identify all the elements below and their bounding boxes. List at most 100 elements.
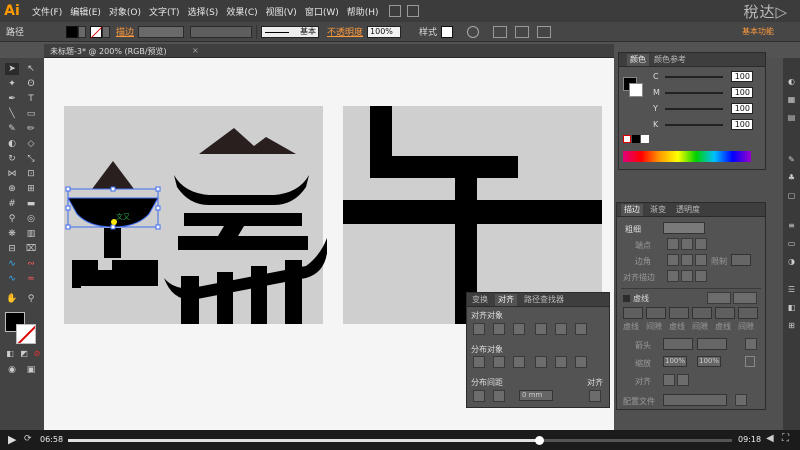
mesh-tool-icon[interactable]: # <box>5 198 19 210</box>
stroke-label[interactable]: 描边 <box>116 25 134 38</box>
channel-c-slider[interactable] <box>665 76 723 78</box>
direct-selection-tool-icon[interactable]: ↖ <box>24 63 38 75</box>
selection-handle[interactable] <box>110 224 116 230</box>
selection-handle[interactable] <box>155 205 161 211</box>
end-scale-field[interactable]: 100% <box>697 356 721 367</box>
none-color-icon[interactable]: ⊘ <box>30 348 44 360</box>
dash-field[interactable] <box>623 307 643 319</box>
selection-handle[interactable] <box>65 186 71 192</box>
distribute-left-button[interactable] <box>535 356 547 368</box>
opacity-field[interactable]: 100% <box>367 25 402 38</box>
distribute-vcenter-button[interactable] <box>493 356 505 368</box>
distribute-bottom-button[interactable] <box>513 356 525 368</box>
stroke-dropdown[interactable] <box>102 25 110 38</box>
paintbrush-tool-icon[interactable]: ✎ <box>5 123 19 135</box>
align-inside-button[interactable] <box>681 270 693 282</box>
round-join-button[interactable] <box>681 254 693 266</box>
anchor-tool-icon[interactable]: ∾ <box>24 258 38 270</box>
color-mode-icon[interactable]: ◩ <box>17 348 31 360</box>
menu-view[interactable]: 视图(V) <box>266 5 297 18</box>
brushes-icon[interactable]: ✎ <box>786 154 797 165</box>
align-outside-button[interactable] <box>695 270 707 282</box>
layers-panel-icon[interactable]: ◧ <box>786 302 797 313</box>
perspective-grid-tool-icon[interactable]: ⊞ <box>24 183 38 195</box>
workspace-switcher[interactable]: 基本功能 <box>742 26 774 37</box>
rectangle-tool-icon[interactable]: ▭ <box>24 108 38 120</box>
symbols-icon[interactable]: ♣ <box>786 172 797 183</box>
stroke-swatch[interactable] <box>90 25 103 38</box>
dash-field[interactable] <box>669 307 689 319</box>
isolate-icon[interactable] <box>537 25 552 38</box>
dash-field[interactable] <box>715 307 735 319</box>
symbol-sprayer-tool-icon[interactable]: ❋ <box>5 228 19 240</box>
gap-field[interactable] <box>646 307 666 319</box>
channel-y-slider[interactable] <box>665 108 723 110</box>
arrow-place-button[interactable] <box>677 374 689 386</box>
arrow-extend-button[interactable] <box>663 374 675 386</box>
transparency-panel-icon[interactable]: ◑ <box>786 256 797 267</box>
color-guide-icon[interactable]: ▦ <box>786 94 797 105</box>
tab-stroke[interactable]: 描边 <box>621 204 643 216</box>
spacing-field[interactable]: 0 mm <box>519 390 553 401</box>
tab-pathfinder[interactable]: 路径查找器 <box>521 294 567 306</box>
tab-transform[interactable]: 变换 <box>469 294 491 306</box>
align-top-button[interactable] <box>535 323 547 335</box>
shape-builder-tool-icon[interactable]: ⊕ <box>5 183 19 195</box>
selection-handle[interactable] <box>65 205 71 211</box>
selection-handle[interactable] <box>65 224 71 230</box>
eyedropper-tool-icon[interactable]: ⚲ <box>5 213 19 225</box>
skip-icon[interactable]: ⟳ <box>24 434 32 444</box>
projecting-cap-button[interactable] <box>695 238 707 250</box>
screen-mode-icon[interactable]: ▣ <box>24 364 38 376</box>
graphic-styles-icon[interactable]: ▢ <box>786 190 797 201</box>
channel-k-slider[interactable] <box>665 124 723 126</box>
magic-wand-tool-icon[interactable]: ✦ <box>5 78 19 90</box>
style-swatch[interactable] <box>441 25 454 38</box>
gap-field[interactable] <box>692 307 712 319</box>
arrange-icon[interactable] <box>406 5 419 17</box>
curvature-tool-icon[interactable]: ∿ <box>5 258 19 270</box>
line-tool-icon[interactable]: ╲ <box>5 108 19 120</box>
vertical-spacing-button[interactable] <box>473 390 485 402</box>
selection-tool-icon[interactable]: ➤ <box>5 63 19 75</box>
tab-color[interactable]: 颜色 <box>627 54 649 66</box>
tab-align[interactable]: 对齐 <box>495 294 517 306</box>
menu-file[interactable]: 文件(F) <box>32 5 62 18</box>
align-left-button[interactable] <box>473 323 485 335</box>
play-icon[interactable]: ▶ <box>8 433 16 446</box>
stroke-panel-icon[interactable]: ≡ <box>786 220 797 231</box>
selection-handle[interactable] <box>155 224 161 230</box>
limit-field[interactable] <box>731 254 751 266</box>
start-arrow-dropdown[interactable] <box>663 338 693 350</box>
butt-cap-button[interactable] <box>667 238 679 250</box>
rotate-tool-icon[interactable]: ↻ <box>5 153 19 165</box>
channel-y-value[interactable]: 100 <box>731 103 753 114</box>
dash-preserve-button[interactable] <box>707 292 731 304</box>
free-transform-tool-icon[interactable]: ⊡ <box>24 168 38 180</box>
pencil-tool-icon[interactable]: ✏ <box>24 123 38 135</box>
zoom-tool-icon[interactable]: ⚲ <box>24 293 38 305</box>
tab-transparency[interactable]: 透明度 <box>673 204 703 216</box>
menu-help[interactable]: 帮助(H) <box>347 5 379 18</box>
volume-icon[interactable]: ◀ <box>766 433 774 444</box>
align-vcenter-button[interactable] <box>555 323 567 335</box>
channel-k-value[interactable]: 100 <box>731 119 753 130</box>
align-hcenter-button[interactable] <box>493 323 505 335</box>
align-icon[interactable] <box>493 25 508 38</box>
stroke-indicator[interactable] <box>629 83 643 97</box>
width-tool-icon[interactable]: ⋈ <box>5 168 19 180</box>
document-tab-title[interactable]: 未标题-3* @ 200% (RGB/预览) <box>50 46 167 57</box>
distribute-hcenter-button[interactable] <box>555 356 567 368</box>
round-cap-button[interactable] <box>681 238 693 250</box>
selection-handle[interactable] <box>110 186 116 192</box>
transform-icon[interactable] <box>515 25 530 38</box>
scale-tool-icon[interactable]: ⤡ <box>24 153 38 165</box>
white-swatch[interactable] <box>641 135 649 143</box>
fullscreen-icon[interactable]: ⛶ <box>782 433 789 444</box>
channel-m-value[interactable]: 100 <box>731 87 753 98</box>
channel-c-value[interactable]: 100 <box>731 71 753 82</box>
align-right-button[interactable] <box>513 323 525 335</box>
stroke-weight-field[interactable] <box>138 25 185 38</box>
lasso-tool-icon[interactable]: ʘ <box>24 78 38 90</box>
dashed-checkbox[interactable] <box>623 295 630 302</box>
